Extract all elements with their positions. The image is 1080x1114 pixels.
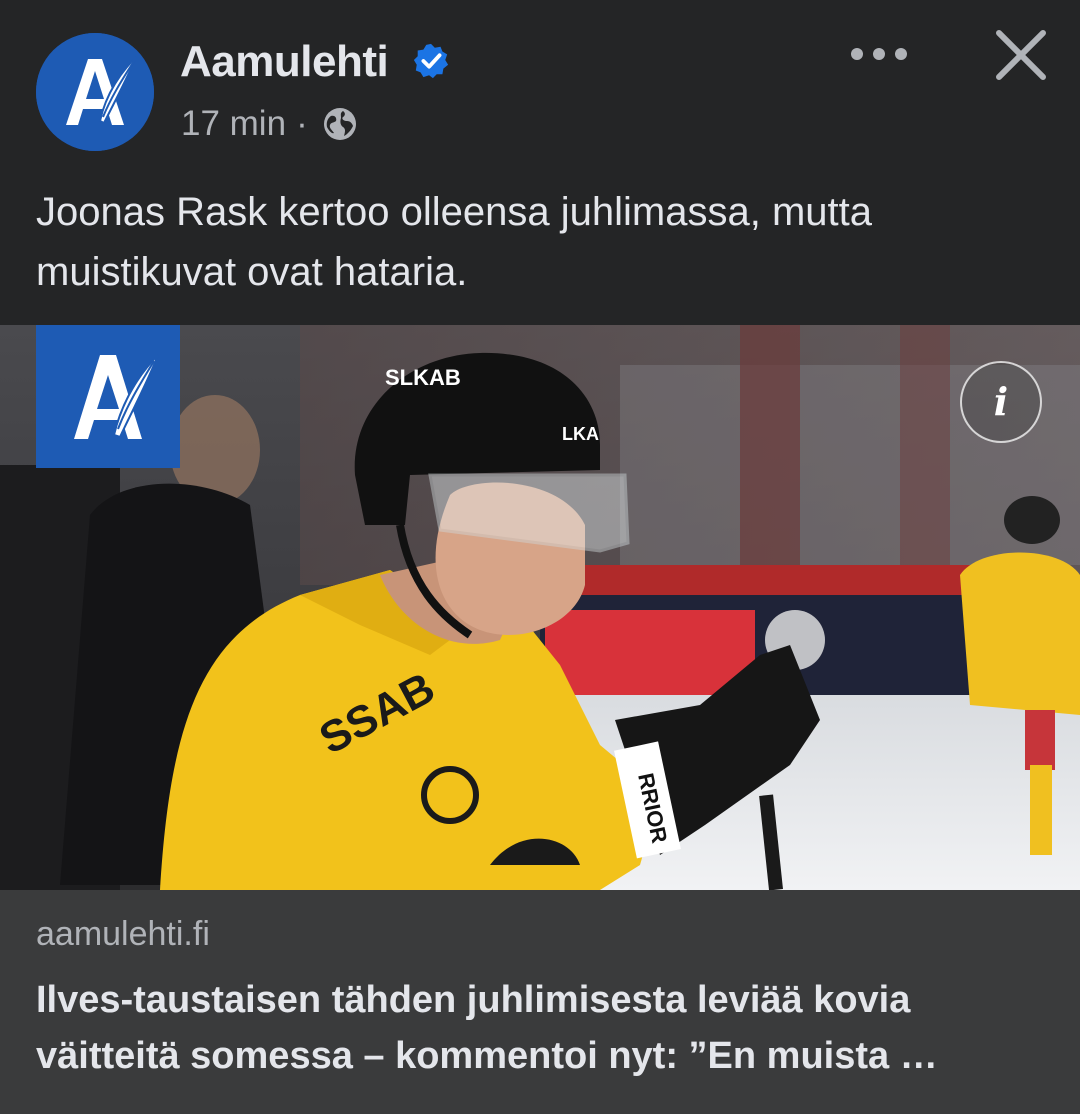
more-options-icon[interactable] xyxy=(848,36,910,72)
svg-text:LKA: LKA xyxy=(562,424,599,444)
page-name[interactable]: Aamulehti xyxy=(180,36,389,88)
page-avatar[interactable] xyxy=(36,33,154,151)
post-header: Aamulehti 17 min · xyxy=(0,0,1080,175)
link-domain: aamulehti.fi xyxy=(36,915,210,953)
link-headline[interactable]: Ilves-taustaisen tähden juhlimisesta lev… xyxy=(36,972,1046,1084)
aamulehti-image-logo xyxy=(36,325,180,468)
post-image[interactable]: SSAB SLKAB LKA RRIOR i xyxy=(0,325,1080,890)
svg-text:SLKAB: SLKAB xyxy=(385,365,461,390)
close-icon[interactable] xyxy=(994,28,1048,82)
globe-icon xyxy=(323,108,356,140)
link-preview[interactable]: aamulehti.fi Ilves-taustaisen tähden juh… xyxy=(0,890,1080,1114)
post-time[interactable]: 17 min xyxy=(181,104,286,144)
post-meta: 17 min · xyxy=(181,104,358,144)
aamulehti-logo-icon xyxy=(36,33,154,151)
aamulehti-logo-icon xyxy=(36,325,180,468)
meta-separator: · xyxy=(296,104,308,143)
info-icon[interactable]: i xyxy=(960,361,1042,443)
verified-badge-icon xyxy=(413,43,449,79)
post-caption: Joonas Rask kertoo olleensa juhlimassa, … xyxy=(36,190,872,294)
